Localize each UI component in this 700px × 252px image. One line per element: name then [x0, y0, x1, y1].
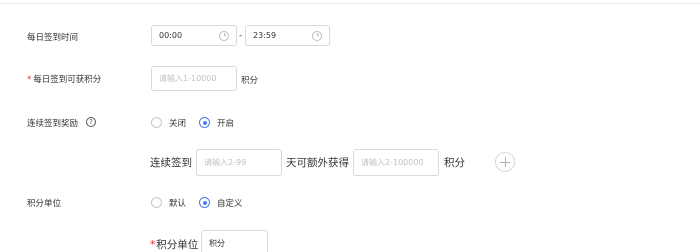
points-unit-label: 积分单位 [27, 199, 62, 209]
start-time-picker[interactable]: 00:00 [151, 25, 237, 46]
streak-days-input[interactable]: 请输入2-99 [196, 149, 282, 176]
daily-points-input[interactable]: 请输入1-10000 [151, 66, 237, 91]
streak-on-radio[interactable] [199, 117, 210, 128]
daily-points-label-text: 每日签到可获积分 [33, 75, 102, 85]
streak-off-label[interactable]: 关闭 [169, 117, 186, 129]
end-time-picker[interactable]: 23:59 [245, 25, 330, 46]
streak-days-placeholder: 请输入2-99 [204, 158, 247, 167]
streak-rule-unit: 积分 [444, 157, 465, 169]
streak-on-label[interactable]: 开启 [217, 117, 234, 129]
custom-unit-label: *积分单位 [150, 237, 198, 252]
time-range-separator: - [239, 31, 243, 41]
daily-points-unit: 积分 [241, 76, 259, 86]
streak-rule-middle: 天可额外获得 [286, 157, 349, 169]
streak-points-placeholder: 请输入2-100000 [361, 158, 424, 167]
streak-points-input[interactable]: 请输入2-100000 [353, 149, 439, 176]
clock-icon [312, 30, 322, 41]
add-rule-icon[interactable] [495, 152, 515, 172]
unit-default-label[interactable]: 默认 [169, 197, 186, 209]
custom-unit-value: 积分 [209, 238, 225, 248]
streak-reward-label: 连续签到奖励 [27, 119, 79, 129]
unit-custom-radio[interactable] [199, 197, 210, 208]
custom-unit-label-text: 积分单位 [156, 239, 199, 251]
required-mark: * [150, 239, 156, 251]
top-divider [0, 0, 700, 4]
daily-points-placeholder: 请输入1-10000 [159, 74, 217, 83]
start-time-value: 00:00 [159, 31, 183, 40]
required-mark: * [27, 75, 32, 85]
daily-time-label: 每日签到时间 [27, 33, 79, 43]
end-time-value: 23:59 [253, 31, 277, 40]
unit-custom-label[interactable]: 自定义 [217, 197, 243, 209]
streak-off-radio[interactable] [151, 117, 162, 128]
custom-unit-input[interactable]: 积分 [201, 230, 268, 252]
unit-default-radio[interactable] [151, 197, 162, 208]
daily-points-label: * 每日签到可获积分 [27, 73, 101, 85]
clock-icon [219, 30, 229, 41]
help-icon[interactable]: ? [86, 117, 96, 127]
streak-rule-prefix: 连续签到 [150, 157, 192, 169]
